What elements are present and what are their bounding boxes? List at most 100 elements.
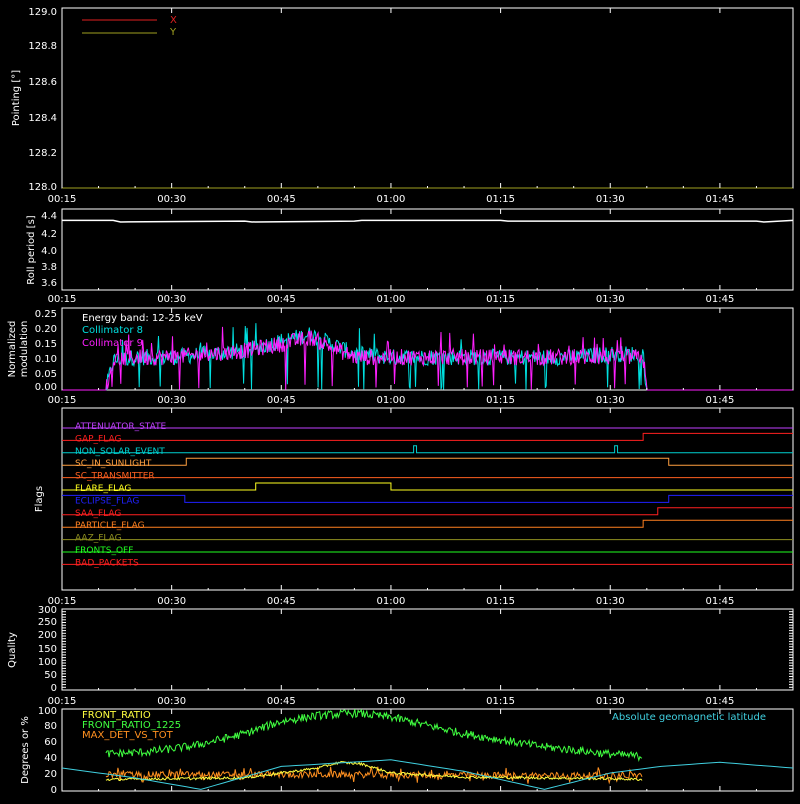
quality-ylabel: Quality	[7, 632, 18, 668]
roll-ytick-label: 4.4	[41, 211, 57, 222]
modulation-ytick-label: 0.05	[35, 369, 57, 380]
time-axes: 00:15 00:30 00:45 01:00 01:15 01:30 01:45 00:15…	[48, 8, 794, 791]
modulation-series	[62, 323, 793, 391]
ratio-line-front-ratio-1225	[105, 708, 643, 762]
flags-frame	[61, 407, 794, 591]
flag-label-saa-flag: SAA_FLAG	[75, 509, 121, 519]
roll-ytick-label: 4.2	[41, 229, 57, 240]
modulation-panel: Normalized modulation 0.00 0.05 0.10 0.1…	[7, 307, 794, 393]
flag-line-saa-flag	[62, 507, 793, 516]
legend-collimator-9: Collimator 9	[82, 338, 143, 349]
flag-label-particle-flag: PARTICLE_FLAG	[75, 521, 145, 531]
time-tick-label: 01:45	[705, 696, 734, 707]
quality-ytick-label: 50	[44, 670, 57, 681]
time-tick-label: 01:45	[705, 194, 734, 205]
roll-period-panel: Roll period [s] 3.6 3.8 4.0 4.2 4.4	[26, 208, 794, 291]
modulation-ytick-label: 0.20	[35, 324, 57, 335]
quality-panel: Quality 0 50 100 150 200 250 300	[7, 605, 794, 694]
modulation-ytick-label: 0.15	[35, 339, 57, 350]
roll-period-line	[62, 219, 794, 223]
ratios-ytick-label: 0	[51, 785, 57, 796]
ratios-ytick-label: 100	[38, 706, 57, 717]
pointing-legend: X Y	[82, 15, 177, 38]
pointing-ytick-label: 128.0	[28, 182, 57, 193]
time-tick-label: 01:00	[377, 294, 406, 305]
time-tick-label: 01:30	[596, 696, 625, 707]
time-tick-label: 01:30	[596, 194, 625, 205]
time-tick-label: 00:45	[267, 194, 296, 205]
chart-canvas: Pointing [°] 128.0 128.2 128.4 128.6 128…	[7, 7, 794, 796]
time-tick-label: 00:15	[48, 194, 77, 205]
time-tick-label: 01:15	[486, 696, 515, 707]
pointing-panel: Pointing [°] 128.0 128.2 128.4 128.6 128…	[11, 7, 794, 193]
time-tick-label: 00:45	[267, 596, 296, 607]
legend-label-x: X	[170, 15, 177, 26]
flag-label-flare-flag: FLARE_FLAG	[75, 484, 131, 494]
legend-max-det-vs-tot: MAX_DET_VS_TOT	[82, 730, 174, 741]
pointing-yticks: 128.0 128.2 128.4 128.6 128.8 129.0	[28, 7, 57, 193]
modulation-ylabel-line2: modulation	[19, 321, 30, 378]
time-tick-label: 00:45	[267, 395, 296, 406]
time-tick-label: 01:45	[705, 596, 734, 607]
ratios-ytick-label: 20	[44, 769, 57, 780]
time-tick-label: 01:30	[596, 596, 625, 607]
ratio-line-max-det-vs-tot	[105, 766, 643, 785]
time-tick-label: 00:15	[48, 596, 77, 607]
pointing-ytick-label: 128.6	[28, 77, 57, 88]
rhessi-quicklook-figure: Pointing [°] 128.0 128.2 128.4 128.6 128…	[0, 0, 800, 800]
flag-label-bad-packets: BAD_PACKETS	[75, 558, 139, 568]
ratio-line-front-ratio	[105, 760, 643, 782]
flag-line-sc-in-sunlight	[62, 457, 793, 466]
ratios-ytick-label: 40	[44, 753, 57, 764]
flag-label-sc-transmitter: SC_TRANSMITTER	[75, 472, 155, 482]
pointing-ylabel: Pointing [°]	[11, 70, 22, 126]
roll-ytick-label: 3.8	[41, 262, 57, 273]
flag-line-flare-flag	[62, 482, 793, 491]
flag-line-eclipse-flag	[62, 494, 793, 503]
flag-label-aaz-flag: AAZ_FLAG	[75, 534, 122, 544]
ratios-panel: Degrees or % 0 20 40 60 80 100 FRONT_RAT…	[20, 706, 794, 796]
time-tick-label: 00:30	[157, 294, 186, 305]
time-tick-label: 01:45	[705, 294, 734, 305]
modulation-ytick-label: 0.10	[35, 354, 57, 365]
geomagnetic-latitude-label: Absolute geomagnetic latitude	[612, 712, 766, 723]
modulation-ylabel-line1: Normalized	[7, 321, 18, 378]
pointing-ytick-label: 128.8	[28, 41, 57, 52]
roll-series	[62, 219, 794, 223]
time-tick-label: 00:30	[157, 696, 186, 707]
flags-panel: Flags ATTENUATOR_STATE GAP_FLAG NON_SOLAR_…	[34, 407, 794, 591]
roll-ytick-label: 4.0	[41, 246, 57, 257]
time-tick-label: 01:15	[486, 596, 515, 607]
modulation-line-collimator-9	[62, 326, 793, 391]
time-tick-label: 00:30	[157, 395, 186, 406]
quality-gridlines	[62, 608, 793, 691]
time-tick-label: 01:30	[596, 294, 625, 305]
legend-label-y: Y	[169, 27, 177, 38]
quality-ytick-label: 150	[38, 644, 57, 655]
time-tick-label: 00:30	[157, 596, 186, 607]
time-tick-label: 00:30	[157, 194, 186, 205]
quality-ytick-label: 250	[38, 617, 57, 628]
roll-ylabel: Roll period [s]	[26, 215, 37, 284]
pointing-ytick-label: 128.4	[28, 113, 57, 124]
time-tick-label: 01:15	[486, 294, 515, 305]
flag-label-sc-in-sunlight: SC_IN_SUNLIGHT	[75, 459, 152, 469]
flag-label-fronts-off: FRONTS_OFF	[75, 546, 133, 556]
ratio-line-absolute-geomagnetic-latitude	[61, 759, 794, 790]
energy-band-annotation: Energy band: 12-25 keV	[82, 313, 203, 324]
time-tick-label: 01:00	[377, 596, 406, 607]
quality-frame	[61, 608, 794, 691]
pointing-ytick-label: 129.0	[28, 7, 57, 18]
flag-label-gap-flag: GAP_FLAG	[75, 434, 121, 444]
legend-collimator-8: Collimator 8	[82, 325, 143, 336]
time-tick-label: 00:15	[48, 294, 77, 305]
flag-line-non-solar-event	[62, 445, 793, 454]
ratios-ytick-label: 60	[44, 737, 57, 748]
quality-ytick-label: 200	[38, 630, 57, 641]
modulation-ytick-label: 0.00	[35, 382, 57, 393]
time-tick-label: 01:15	[486, 395, 515, 406]
time-tick-label: 01:30	[596, 395, 625, 406]
time-tick-label: 00:15	[48, 395, 77, 406]
ratios-ytick-label: 80	[44, 721, 57, 732]
time-tick-label: 01:15	[486, 194, 515, 205]
